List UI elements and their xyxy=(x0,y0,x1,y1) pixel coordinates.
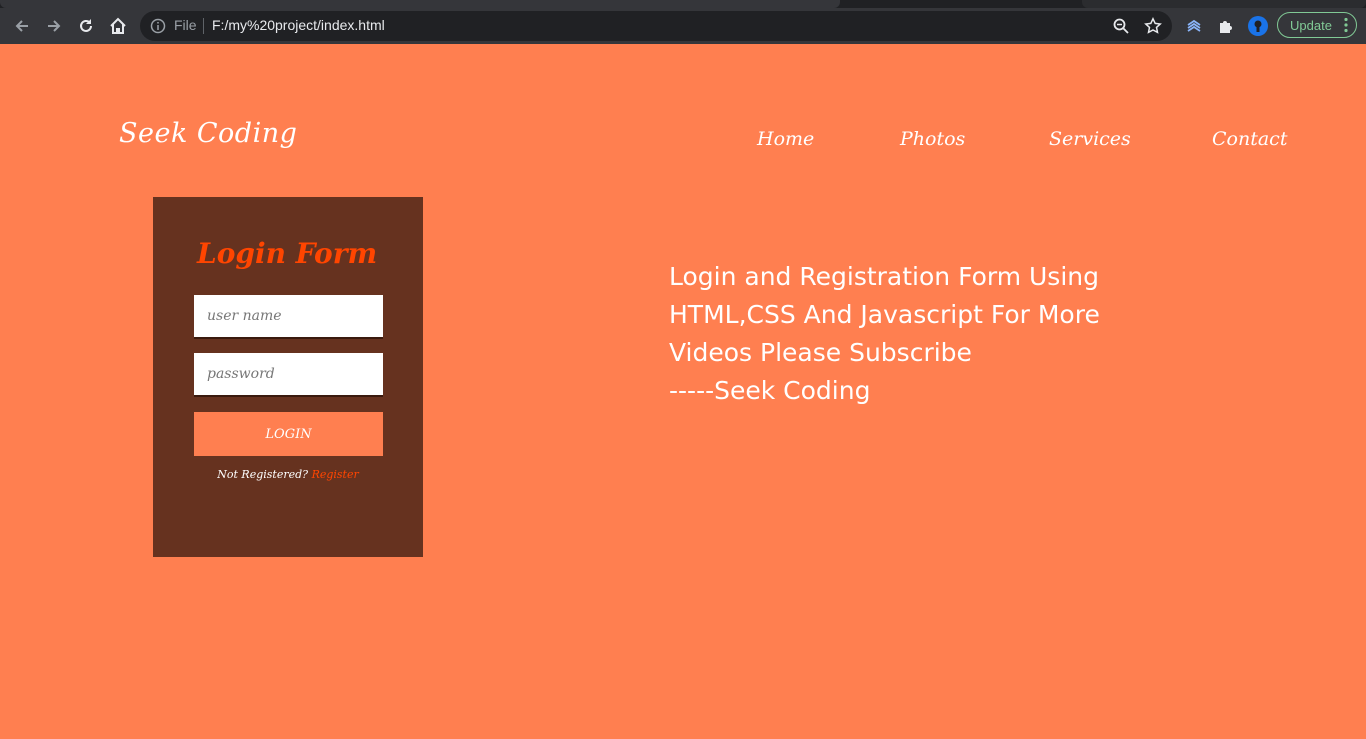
profile-avatar-icon[interactable] xyxy=(1247,15,1269,37)
extension-layers-icon[interactable] xyxy=(1183,15,1205,37)
promo-line: Videos Please Subscribe xyxy=(669,338,972,367)
register-prompt: Not Registered? Register xyxy=(153,468,423,481)
promo-line: HTML,CSS And Javascript For More xyxy=(669,300,1100,329)
home-icon[interactable] xyxy=(106,14,130,38)
more-vertical-icon[interactable] xyxy=(1344,17,1348,33)
forward-arrow-icon[interactable] xyxy=(42,14,66,38)
promo-line: -----Seek Coding xyxy=(669,376,871,405)
info-icon[interactable] xyxy=(150,18,166,34)
promo-text: Login and Registration Form Using HTML,C… xyxy=(669,258,1189,410)
password-input[interactable] xyxy=(194,353,383,397)
update-label: Update xyxy=(1290,17,1332,33)
site-logo[interactable]: Seek Coding xyxy=(119,118,297,149)
file-label: File xyxy=(174,17,197,33)
puzzle-icon[interactable] xyxy=(1215,15,1237,37)
star-icon[interactable] xyxy=(1144,17,1162,35)
nav-link-services[interactable]: Services xyxy=(1049,128,1131,150)
reload-icon[interactable] xyxy=(74,14,98,38)
browser-toolbar: File F:/my%20project/index.html Update xyxy=(0,8,1366,44)
form-title: Login Form xyxy=(197,237,378,270)
url-text[interactable]: F:/my%20project/index.html xyxy=(212,17,385,33)
omnibox-divider xyxy=(203,18,204,34)
nav-link-contact[interactable]: Contact xyxy=(1212,128,1287,150)
login-form: Login Form LOGIN Not Registered? Registe… xyxy=(153,197,423,557)
update-button[interactable]: Update xyxy=(1277,12,1357,38)
nav-link-photos[interactable]: Photos xyxy=(900,128,965,150)
active-tab[interactable] xyxy=(0,0,840,8)
not-registered-text: Not Registered? xyxy=(217,468,309,481)
login-button[interactable]: LOGIN xyxy=(194,412,383,456)
zoom-icon[interactable] xyxy=(1112,17,1130,35)
background-tab[interactable] xyxy=(1082,0,1366,8)
username-input[interactable] xyxy=(194,295,383,339)
promo-line: Login and Registration Form Using xyxy=(669,262,1099,291)
address-bar[interactable]: File F:/my%20project/index.html xyxy=(140,11,1172,41)
nav-link-home[interactable]: Home xyxy=(757,128,814,150)
back-arrow-icon[interactable] xyxy=(10,14,34,38)
register-link[interactable]: Register xyxy=(312,468,359,481)
tab-strip xyxy=(0,0,1366,8)
